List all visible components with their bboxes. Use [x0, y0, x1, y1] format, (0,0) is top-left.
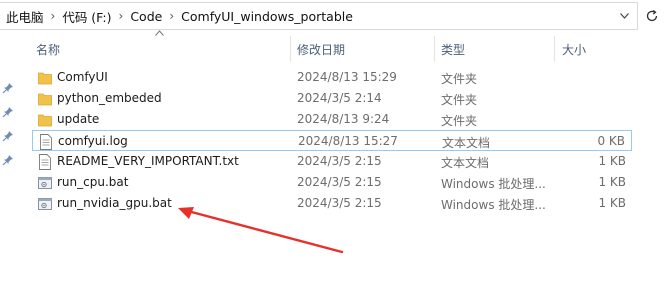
breadcrumb-separator-icon[interactable]: ›: [119, 9, 124, 23]
breadcrumb-this-pc[interactable]: 此电脑: [6, 7, 44, 26]
batch-file-icon: [38, 177, 52, 189]
address-history-dropdown[interactable]: [617, 9, 631, 23]
file-date: 2024/8/13 15:29: [297, 70, 397, 84]
text-file-icon: [40, 134, 52, 150]
breadcrumb-drive[interactable]: 代码 (F:): [62, 7, 111, 26]
file-date: 2024/3/5 2:15: [297, 175, 382, 189]
refresh-icon: [646, 9, 658, 22]
column-divider[interactable]: [434, 36, 435, 62]
folder-icon: [38, 114, 52, 127]
file-name: ComfyUI: [57, 70, 108, 84]
refresh-button[interactable]: [644, 8, 660, 24]
breadcrumb-separator-icon[interactable]: ›: [169, 9, 174, 23]
breadcrumb-separator-icon[interactable]: ›: [51, 9, 56, 23]
column-header-type[interactable]: 类型: [441, 41, 465, 58]
file-name: README_VERY_IMPORTANT.txt: [57, 154, 239, 168]
file-row-selected[interactable]: comfyui.log 2024/8/13 15:27 文本文档 0 KB: [32, 130, 632, 151]
file-name: update: [57, 112, 100, 126]
file-type: Windows 批处理...: [441, 177, 546, 191]
file-row[interactable]: ComfyUI 2024/8/13 15:29 文件夹: [32, 67, 632, 88]
file-row[interactable]: python_embeded 2024/3/5 2:14 文件夹: [32, 88, 632, 109]
batch-file-icon: [38, 198, 52, 210]
sort-ascending-icon: [155, 30, 164, 36]
column-header-name[interactable]: 名称: [36, 41, 60, 58]
column-header-size[interactable]: 大小: [562, 41, 586, 58]
file-date: 2024/3/5 2:14: [297, 91, 382, 105]
file-date: 2024/3/5 2:15: [297, 154, 382, 168]
annotation-arrow-icon: [178, 207, 344, 254]
file-size: 0 KB: [597, 134, 625, 148]
file-name: python_embeded: [57, 91, 162, 105]
column-header-date[interactable]: 修改日期: [297, 41, 345, 58]
file-size: 1 KB: [598, 196, 626, 210]
breadcrumb-code[interactable]: Code: [130, 9, 162, 24]
breadcrumb-current-folder[interactable]: ComfyUI_windows_portable: [181, 9, 353, 24]
file-name: run_cpu.bat: [57, 175, 129, 189]
pin-icon[interactable]: [2, 130, 14, 142]
file-date: 2024/8/13 15:27: [298, 134, 398, 148]
pin-icon[interactable]: [2, 82, 14, 94]
file-type: Windows 批处理...: [441, 198, 546, 212]
file-type: 文件夹: [441, 93, 478, 107]
file-type: 文本文档: [441, 156, 490, 170]
file-row[interactable]: README_VERY_IMPORTANT.txt 2024/3/5 2:15 …: [32, 151, 632, 172]
file-size: 1 KB: [598, 175, 626, 189]
navigation-pane[interactable]: [0, 32, 17, 283]
file-type: 文件夹: [441, 72, 478, 86]
file-row[interactable]: run_cpu.bat 2024/3/5 2:15 Windows 批处理...…: [32, 172, 632, 193]
file-size: 1 KB: [598, 154, 626, 168]
file-name: comfyui.log: [58, 134, 128, 148]
address-bar[interactable]: 此电脑 › 代码 (F:) › Code › ComfyUI_windows_p…: [0, 2, 638, 30]
folder-icon: [38, 72, 52, 85]
file-row[interactable]: update 2024/8/13 9:24 文件夹: [32, 109, 632, 130]
pin-icon[interactable]: [2, 106, 14, 118]
chevron-down-icon: [619, 13, 629, 19]
file-name: run_nvidia_gpu.bat: [57, 196, 172, 210]
column-divider[interactable]: [290, 36, 291, 62]
file-type: 文本文档: [442, 136, 491, 150]
file-date: 2024/8/13 9:24: [297, 112, 390, 126]
pin-icon[interactable]: [2, 154, 14, 166]
text-file-icon: [39, 154, 51, 170]
file-type: 文件夹: [441, 114, 478, 128]
column-divider[interactable]: [554, 36, 555, 62]
folder-icon: [38, 93, 52, 106]
